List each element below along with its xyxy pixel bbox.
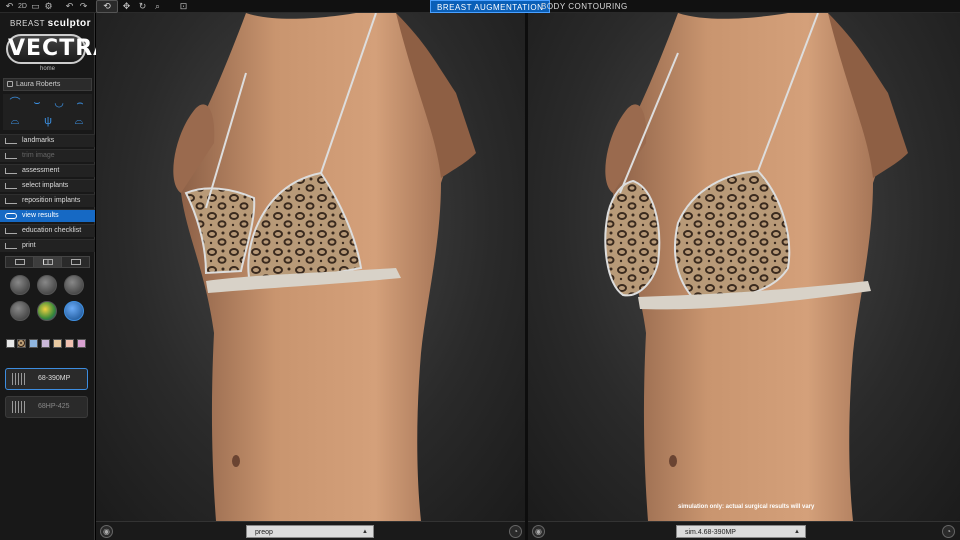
- pan-icon[interactable]: ✥: [121, 1, 132, 12]
- shape-icon[interactable]: ⌒: [5, 95, 25, 111]
- undo-icon[interactable]: ↶: [64, 1, 75, 12]
- landmarks-icon: [5, 138, 17, 144]
- brand-prefix: BREAST: [10, 19, 45, 28]
- implant-grid-icon: [12, 401, 26, 413]
- single-view-icon: [15, 259, 25, 265]
- preop-state-select[interactable]: preop ▲: [246, 525, 374, 538]
- step-trim-image[interactable]: trim image: [0, 149, 95, 162]
- eye-icon: [5, 213, 17, 219]
- triple-view-icon: [71, 259, 81, 265]
- step-view-results[interactable]: view results: [0, 209, 95, 222]
- preop-torso-render: [173, 13, 476, 521]
- render-mode-button[interactable]: [37, 275, 57, 295]
- zoom-icon[interactable]: ⌕: [152, 1, 163, 12]
- back-button[interactable]: ⟲: [96, 0, 118, 13]
- color-swatch[interactable]: [77, 339, 86, 348]
- step-landmarks[interactable]: landmarks: [0, 134, 95, 147]
- implant-card-68-390mp[interactable]: 68-390MP: [5, 368, 88, 390]
- simulation-disclaimer: simulation only: actual surgical results…: [678, 504, 815, 510]
- color-swatch[interactable]: [6, 339, 15, 348]
- step-label: print: [22, 242, 36, 249]
- step-label: select implants: [22, 182, 69, 189]
- brand-title: BREAST sculptor: [10, 18, 91, 29]
- step-select-implants[interactable]: select implants: [0, 179, 95, 192]
- step-assessment[interactable]: assessment: [0, 164, 95, 177]
- patient-icon: [7, 81, 13, 87]
- 2d-toggle[interactable]: 2D: [18, 1, 27, 12]
- brand-product: sculptor: [47, 18, 92, 29]
- step-label: assessment: [22, 167, 60, 174]
- patient-selector[interactable]: Laura Roberts: [3, 78, 92, 91]
- color-swatch[interactable]: [65, 339, 74, 348]
- texture-swatch[interactable]: [17, 339, 26, 348]
- step-label: landmarks: [22, 137, 55, 144]
- view-layout-tabs: [5, 256, 90, 268]
- chevron-up-icon: ▲: [362, 529, 368, 535]
- preop-bottom-bar: ◉ preop ▲ ◔: [96, 521, 525, 540]
- settings-icon[interactable]: ⚙: [43, 1, 54, 12]
- shape-icon[interactable]: ◡: [49, 95, 69, 111]
- capture-icon[interactable]: ◉: [532, 525, 545, 538]
- chevron-up-icon: ▲: [794, 529, 800, 535]
- step-label: trim image: [22, 152, 55, 159]
- simulation-bottom-bar: ◉ sim.4.68-390MP ▲ ◔: [528, 521, 960, 540]
- assessment-icon: [5, 168, 17, 174]
- top-toolbar: ↶ 2D ▭ ⚙ ↶ ↷ ⟲ ✥ ↻ ⌕ ⊡ BREAST AUGMENTATI…: [0, 0, 960, 13]
- trim-icon: [5, 153, 17, 159]
- step-education-checklist[interactable]: education checklist: [0, 224, 95, 237]
- checklist-icon: [5, 228, 17, 234]
- body-shape-grid: ⌒ ⌣ ◡ ⌢ ⌓ ψ ⌓: [3, 94, 92, 130]
- sidebar: BREAST sculptor VECTRA home Laura Robert…: [0, 13, 110, 540]
- split-view-icon: [43, 259, 53, 265]
- shape-icon[interactable]: ⌓: [5, 113, 25, 129]
- heatmap-mode-button[interactable]: [37, 301, 57, 321]
- simulation-state-select[interactable]: sim.4.68-390MP ▲: [676, 525, 806, 538]
- triple-view-tab[interactable]: [62, 257, 90, 267]
- camera-icon[interactable]: ◔: [509, 525, 522, 538]
- shape-icon[interactable]: ⌣: [27, 95, 47, 111]
- step-label: reposition implants: [22, 197, 81, 204]
- color-swatch[interactable]: [41, 339, 50, 348]
- tab-body-contouring[interactable]: BODY CONTOURING: [535, 0, 634, 13]
- render-mode-button[interactable]: [10, 275, 30, 295]
- patient-name: Laura Roberts: [16, 81, 61, 88]
- step-reposition-implants[interactable]: reposition implants: [0, 194, 95, 207]
- redo-icon[interactable]: ↷: [78, 1, 89, 12]
- step-label: education checklist: [22, 227, 82, 234]
- implant-label: 68HP-425: [38, 403, 70, 410]
- implant-grid-icon: [12, 373, 26, 385]
- render-mode-button[interactable]: [64, 275, 84, 295]
- vectra-logo[interactable]: VECTRA: [6, 34, 110, 64]
- state-select-value: sim.4.68-390MP: [685, 529, 736, 536]
- state-select-value: preop: [255, 529, 273, 536]
- select-implants-icon: [5, 183, 17, 189]
- step-label: view results: [22, 212, 59, 219]
- split-view-tab[interactable]: [34, 257, 62, 267]
- step-print[interactable]: print: [0, 239, 95, 252]
- reposition-icon: [5, 198, 17, 204]
- render-mode-button[interactable]: [10, 301, 30, 321]
- capture-icon[interactable]: ◉: [100, 525, 113, 538]
- color-swatch[interactable]: [53, 339, 62, 348]
- color-swatch[interactable]: [29, 339, 38, 348]
- preop-viewport[interactable]: [96, 13, 525, 521]
- camera-icon[interactable]: ◔: [942, 525, 955, 538]
- simulation-torso-render: [604, 13, 908, 521]
- reset-view-icon[interactable]: ⊡: [178, 1, 189, 12]
- implant-card-68hp-425[interactable]: 68HP-425: [5, 396, 88, 418]
- shape-icon[interactable]: ψ: [38, 113, 58, 129]
- printer-icon: [5, 243, 17, 249]
- texture-mode-button[interactable]: [64, 301, 84, 321]
- screen-icon[interactable]: ▭: [30, 1, 41, 12]
- tab-breast-augmentation[interactable]: BREAST AUGMENTATION: [430, 0, 551, 13]
- rotate-icon[interactable]: ↻: [137, 1, 148, 12]
- shape-icon[interactable]: ⌓: [69, 113, 89, 129]
- home-label[interactable]: home: [0, 66, 95, 72]
- simulation-viewport[interactable]: simulation only: actual surgical results…: [528, 13, 960, 521]
- shape-icon[interactable]: ⌢: [70, 95, 90, 111]
- undo-small-icon[interactable]: ↶: [4, 1, 15, 12]
- single-view-tab[interactable]: [6, 257, 34, 267]
- implant-label: 68-390MP: [38, 375, 71, 382]
